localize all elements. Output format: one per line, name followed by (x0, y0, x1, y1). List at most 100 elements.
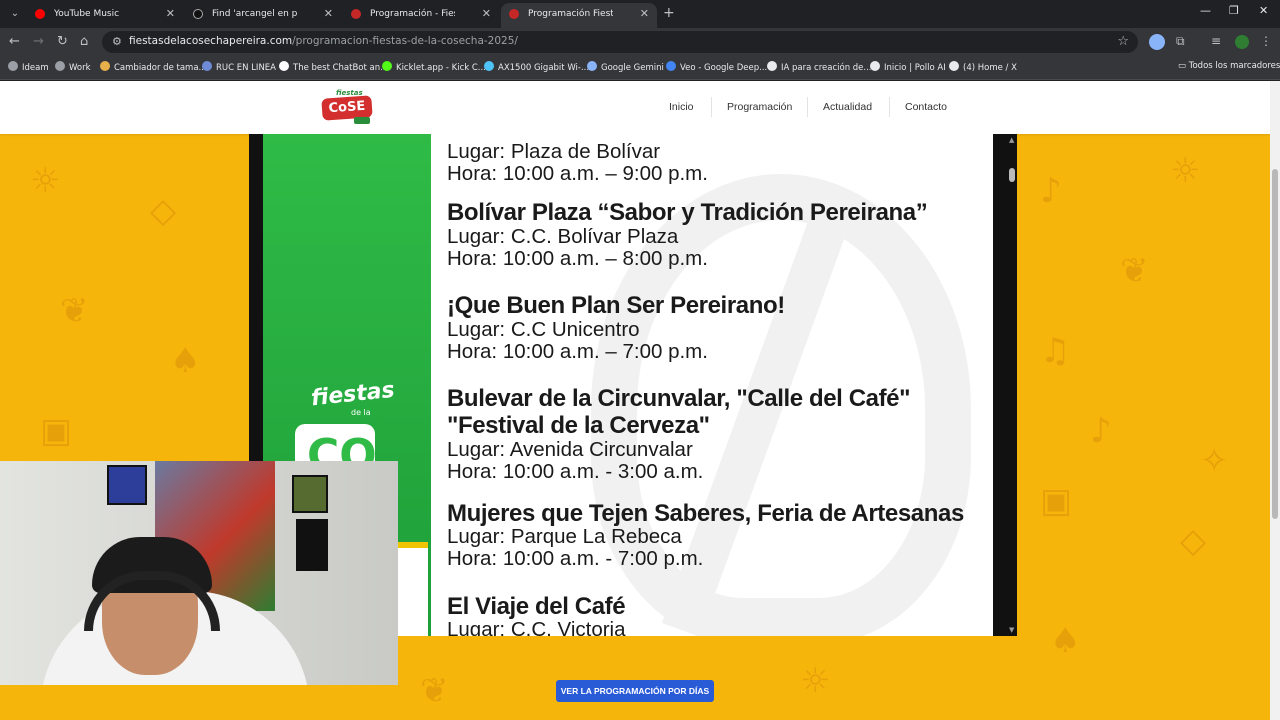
close-tab-icon[interactable]: ✕ (482, 3, 491, 25)
event-title-line2: "Festival de la Cerveza" (447, 412, 710, 439)
reload-icon[interactable]: ↻ (57, 34, 68, 50)
event-hours: Hora: 10:00 a.m. – 8:00 p.m. (447, 247, 708, 270)
tab-youtube-music[interactable]: YouTube Music ✕ (27, 3, 183, 28)
youtube-music-icon (35, 9, 45, 19)
menu-icon[interactable]: ⋮ (1260, 34, 1272, 48)
bookmark-star-icon[interactable]: ☆ (1117, 34, 1129, 49)
bookmark-ideam[interactable]: Ideam (8, 61, 49, 73)
bookmark-pollo-ai[interactable]: Inicio | Pollo AI (870, 61, 946, 73)
bookmark-work[interactable]: Work (55, 61, 91, 73)
site-info-icon[interactable]: ⚙ (112, 35, 122, 48)
event-place: Lugar: Avenida Circunvalar (447, 438, 693, 461)
page-scroll-thumb[interactable] (1272, 169, 1278, 519)
star-doodle-icon: ✧ (1200, 441, 1229, 481)
viewer-scrollbar[interactable]: ▲ ▼ (993, 134, 1017, 636)
event-hours: Hora: 10:00 a.m. - 3:00 a.m. (447, 460, 704, 483)
bookmark-chatbot[interactable]: The best ChatBot an... (279, 61, 388, 73)
tab-strip: ⌄ YouTube Music ✕ Find 'arcangel en pere… (0, 0, 1280, 28)
wall-frame (296, 519, 328, 571)
event-place: Lugar: Plaza de Bolívar (447, 140, 661, 163)
event-title: Mujeres que Tejen Saberes, Feria de Arte… (447, 500, 964, 527)
url-text[interactable]: fiestasdelacosechapereira.com/programaci… (129, 35, 518, 47)
viewer-scroll-thumb[interactable] (1009, 168, 1015, 182)
close-window-icon[interactable]: ✕ (1259, 4, 1268, 17)
bird-doodle-icon: ♠ (170, 341, 201, 381)
guitar-doodle-icon: ♪ (1040, 171, 1062, 211)
tiktok-icon (193, 9, 203, 19)
jeep-doodle-icon: ▣ (1040, 481, 1073, 521)
bird-doodle-icon: ♠ (1050, 621, 1081, 661)
bookmark-ruc[interactable]: RUC EN LINEA (202, 61, 276, 73)
wall-frame (292, 475, 328, 513)
page-scrollbar[interactable] (1270, 81, 1280, 720)
leaf-doodle-icon: ❦ (60, 291, 89, 331)
kite-doodle-icon: ◇ (150, 191, 177, 231)
bookmark-veo[interactable]: Veo - Google Deep... (666, 61, 767, 73)
event-place: Lugar: C.C. Bolívar Plaza (447, 225, 679, 248)
folder-icon: ▭ (1178, 61, 1189, 71)
nav-contacto[interactable]: Contacto (905, 101, 947, 113)
event-hours: Hora: 10:00 a.m. – 9:00 p.m. (447, 162, 708, 185)
bookmarks-bar: Ideam Work Cambiador de tama... RUC EN L… (0, 56, 1280, 80)
tab-programacion-active[interactable]: Programación Fiestas de la Cosecha ✕ (501, 3, 657, 28)
tab-programacion[interactable]: Programación - Fiestas de la Cosecha ✕ (343, 3, 499, 28)
event-title: ¡Que Buen Plan Ser Pereirano! (447, 292, 785, 319)
home-icon[interactable]: ⌂ (80, 34, 88, 50)
tab-title: YouTube Music (54, 9, 120, 19)
translate-icon[interactable] (1149, 34, 1165, 50)
close-tab-icon[interactable]: ✕ (166, 3, 175, 25)
bookmark-cambiador[interactable]: Cambiador de tama... (100, 61, 207, 73)
address-bar[interactable]: ⚙ fiestasdelacosechapereira.com/programa… (102, 31, 1138, 53)
event-place: Lugar: C.C. Victoria (447, 618, 626, 636)
sun-doodle-icon: ☼ (800, 661, 831, 701)
leaf-doodle-icon: ❦ (420, 671, 449, 711)
event-title: El Viaje del Café (447, 593, 626, 620)
guitar-doodle-icon: ♪ (1090, 411, 1112, 451)
tab-title: Programación - Fiestas de la Cosecha (370, 9, 455, 19)
program-card: Lugar: Plaza de Bolívar Hora: 10:00 a.m.… (431, 134, 993, 636)
view-schedule-by-days-button[interactable]: VER LA PROGRAMACIÓN POR DÍAS (556, 680, 714, 702)
browser-toolbar: ← → ↻ ⌂ ⚙ fiestasdelacosechapereira.com/… (0, 28, 1280, 56)
event-place: Lugar: Parque La Rebeca (447, 525, 682, 548)
jeep-doodle-icon: ▣ (40, 411, 73, 451)
site-favicon-icon (351, 9, 361, 19)
nav-programacion[interactable]: Programación (727, 101, 792, 113)
nav-actualidad[interactable]: Actualidad (823, 101, 872, 113)
wall-frame (107, 465, 147, 505)
minimize-icon[interactable]: — (1200, 4, 1211, 17)
tab-title: Find 'arcangel en pereira' on TikTok (212, 9, 297, 19)
sun-doodle-icon: ☼ (1170, 151, 1201, 191)
bookmark-ia[interactable]: IA para creación de... (767, 61, 872, 73)
webcam-overlay (0, 461, 398, 685)
media-controls-icon[interactable]: ≡ (1211, 34, 1221, 48)
extensions-icon[interactable]: ⧉ (1176, 34, 1185, 49)
event-place: Lugar: C.C Unicentro (447, 318, 640, 341)
close-tab-icon[interactable]: ✕ (640, 3, 649, 25)
site-logo[interactable]: fiestas CoSE (321, 89, 374, 125)
nav-inicio[interactable]: Inicio (669, 101, 694, 113)
site-favicon-icon (509, 9, 519, 19)
bookmark-ax1500[interactable]: AX1500 Gigabit Wi-... (484, 61, 589, 73)
leaf-doodle-icon: ❦ (1120, 251, 1149, 291)
bookmark-gemini[interactable]: Google Gemini (587, 61, 664, 73)
scroll-up-icon[interactable]: ▲ (1009, 136, 1014, 144)
event-hours: Hora: 10:00 a.m. – 7:00 p.m. (447, 340, 708, 363)
tab-tiktok[interactable]: Find 'arcangel en pereira' on TikTok ✕ (185, 3, 341, 28)
music-doodle-icon: ♫ (1040, 331, 1071, 371)
tab-title: Programación Fiestas de la Cosecha (528, 9, 613, 19)
forward-icon[interactable]: → (33, 34, 44, 50)
maximize-icon[interactable]: ❐ (1229, 4, 1239, 17)
back-icon[interactable]: ← (9, 34, 20, 50)
tab-search-icon[interactable]: ⌄ (6, 5, 24, 23)
new-tab-icon[interactable]: + (663, 5, 675, 21)
bookmark-x[interactable]: (4) Home / X (949, 61, 1017, 73)
site-header: fiestas CoSE Inicio Programación Actuali… (0, 81, 1270, 134)
all-bookmarks-folder[interactable]: ▭ Todos los marcadores (1178, 61, 1280, 71)
scroll-down-icon[interactable]: ▼ (1009, 626, 1014, 634)
bookmark-kicklet[interactable]: Kicklet.app - Kick C... (382, 61, 486, 73)
close-tab-icon[interactable]: ✕ (324, 3, 333, 25)
avatar[interactable] (1235, 35, 1249, 49)
kite-doodle-icon: ◇ (1180, 521, 1207, 561)
sun-doodle-icon: ☼ (30, 161, 61, 201)
event-title: Bulevar de la Circunvalar, "Calle del Ca… (447, 385, 911, 412)
